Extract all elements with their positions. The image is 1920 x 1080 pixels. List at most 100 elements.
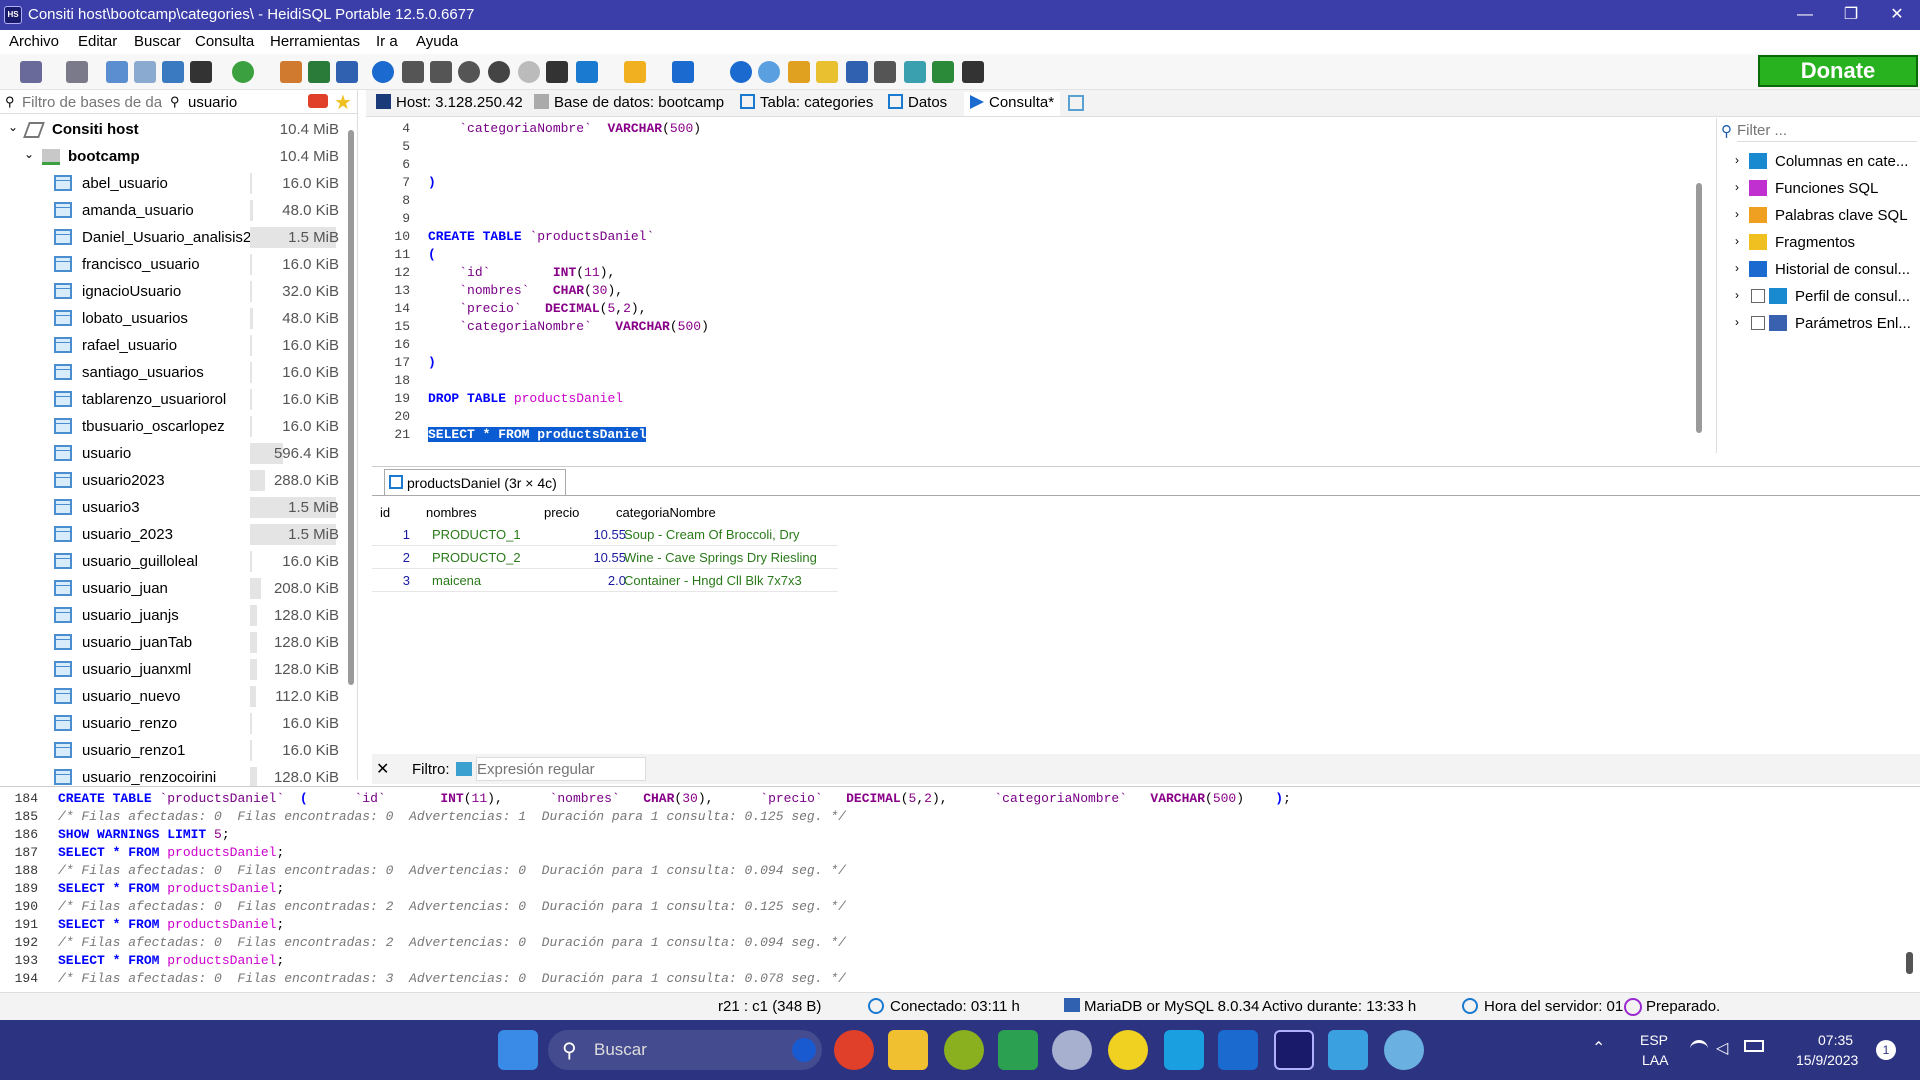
edge-like-icon[interactable]	[1052, 1030, 1092, 1070]
tree-database-row[interactable]: ⌄ bootcamp 10.4 MiB	[0, 143, 345, 170]
clock-time[interactable]: 07:35	[1818, 1032, 1853, 1048]
search-icon[interactable]	[730, 61, 752, 83]
print-icon[interactable]	[190, 61, 212, 83]
refresh-icon[interactable]	[232, 61, 254, 83]
menu-consulta[interactable]: Consulta	[195, 33, 254, 50]
expand-chevron-icon[interactable]: ›	[1735, 315, 1739, 329]
calculator-grid-icon[interactable]	[998, 1030, 1038, 1070]
add-icon[interactable]	[458, 61, 480, 83]
editor-code-line[interactable]: `categoriaNombre` VARCHAR(500)	[428, 319, 709, 334]
editor-code-line[interactable]: `nombres` CHAR(30),	[428, 283, 623, 298]
export-icon[interactable]	[308, 61, 330, 83]
tree-table-row[interactable]: usuario_2023 1.5 MiB	[0, 521, 345, 548]
delete-icon[interactable]	[546, 61, 568, 83]
grid-cell[interactable]: PRODUCTO_1	[432, 523, 521, 546]
maximize-button[interactable]: ❐	[1828, 0, 1874, 30]
log-line[interactable]: SELECT * FROM productsDaniel;	[58, 953, 284, 968]
log-line[interactable]: SHOW WARNINGS LIMIT 5;	[58, 827, 230, 842]
cancel-icon[interactable]	[488, 61, 510, 83]
lang-region[interactable]: LAA	[1642, 1052, 1668, 1068]
editor-code-line[interactable]: SELECT * FROM productsDaniel	[428, 427, 647, 442]
expand-chevron-icon[interactable]: ›	[1735, 261, 1739, 275]
regex-filter-input[interactable]	[476, 757, 646, 781]
notification-badge[interactable]: 1	[1876, 1040, 1896, 1060]
undo-icon[interactable]	[162, 61, 184, 83]
replace-icon[interactable]	[758, 61, 780, 83]
windows-start-icon[interactable]	[498, 1030, 538, 1070]
editor-code-line[interactable]: `id` INT(11),	[428, 265, 615, 280]
tree-table-row[interactable]: tbusuario_oscarlopez 16.0 KiB	[0, 413, 345, 440]
editor-code-line[interactable]: CREATE TABLE `productsDaniel`	[428, 229, 654, 244]
sync-icon[interactable]	[336, 61, 358, 83]
table-filter-input[interactable]	[188, 92, 308, 112]
donate-button[interactable]: Donate	[1758, 55, 1918, 87]
editor-code-line[interactable]: )	[428, 175, 436, 190]
connect-icon[interactable]	[20, 61, 42, 83]
tree-table-row[interactable]: ignacioUsuario 32.0 KiB	[0, 278, 345, 305]
chevron-up-icon[interactable]: ⌃	[1592, 1038, 1605, 1058]
paste-icon[interactable]	[134, 61, 156, 83]
user-manager-icon[interactable]	[280, 61, 302, 83]
c-app-icon[interactable]	[1164, 1030, 1204, 1070]
minimize-button[interactable]: —	[1782, 0, 1828, 30]
query-log-pane[interactable]: 184 CREATE TABLE `productsDaniel` ( `id` …	[0, 786, 1920, 992]
binary-icon[interactable]	[846, 61, 868, 83]
close-button[interactable]: ✕	[1874, 0, 1920, 30]
tree-table-row[interactable]: santiago_usuarios 16.0 KiB	[0, 359, 345, 386]
grid-cell[interactable]: 10.55	[532, 546, 626, 569]
taskbar-search[interactable]: ⚲ Buscar	[548, 1030, 822, 1070]
last-icon[interactable]	[430, 61, 452, 83]
tree-table-row[interactable]: usuario_juanTab 128.0 KiB	[0, 629, 345, 656]
editor-code-line[interactable]: )	[428, 355, 436, 370]
database-filter-input[interactable]	[22, 92, 162, 112]
close-filter-button[interactable]: ✕	[376, 759, 389, 779]
volume-icon[interactable]: ◁	[1716, 1038, 1728, 1058]
tree-table-row[interactable]: tablarenzo_usuariorol 16.0 KiB	[0, 386, 345, 413]
tab-query[interactable]: Consulta*	[964, 92, 1061, 116]
log-line[interactable]: SELECT * FROM productsDaniel;	[58, 881, 284, 896]
editor-code-line[interactable]: (	[428, 247, 436, 262]
app-icon[interactable]	[944, 1030, 984, 1070]
expand-chevron-icon[interactable]: ›	[1735, 207, 1739, 221]
collapse-chevron-icon[interactable]: ⌄	[8, 120, 18, 134]
tree-table-row[interactable]: usuario3 1.5 MiB	[0, 494, 345, 521]
explain-icon[interactable]	[932, 61, 954, 83]
tab-host[interactable]: Host: 3.128.250.42	[376, 94, 523, 111]
sql-editor[interactable]: 4 `categoriaNombre` VARCHAR(500) 5 6 7) 8 9 10…	[370, 118, 1708, 453]
tab-data[interactable]: Datos	[888, 94, 947, 111]
helper-item[interactable]: › Historial de consul...	[1717, 256, 1920, 283]
log-line[interactable]: /* Filas afectadas: 0 Filas encontradas:…	[58, 971, 846, 986]
tree-table-row[interactable]: abel_usuario 16.0 KiB	[0, 170, 345, 197]
expand-chevron-icon[interactable]: ›	[1735, 180, 1739, 194]
help-icon[interactable]	[372, 61, 394, 83]
grid-cell[interactable]: 2	[372, 546, 410, 569]
menu-ayuda[interactable]: Ayuda	[416, 33, 458, 50]
tree-host-row[interactable]: ⌄ Consiti host 10.4 MiB	[0, 116, 345, 143]
menu-editar[interactable]: Editar	[78, 33, 117, 50]
lang-code[interactable]: ESP	[1640, 1032, 1668, 1048]
grid-cell[interactable]: 1	[372, 523, 410, 546]
close-tab-icon[interactable]	[962, 61, 984, 83]
expand-chevron-icon[interactable]: ›	[1735, 153, 1739, 167]
tree-table-row[interactable]: amanda_usuario 48.0 KiB	[0, 197, 345, 224]
grid-cell[interactable]: Container - Hngd Cll Blk 7x7x3	[624, 569, 802, 592]
helper-item[interactable]: › Perfil de consul...	[1717, 283, 1920, 310]
tree-table-row[interactable]: Daniel_Usuario_analisis2 1.5 MiB	[0, 224, 345, 251]
vscode-icon[interactable]	[1218, 1030, 1258, 1070]
clean-icon[interactable]	[788, 61, 810, 83]
copy-icon[interactable]	[106, 61, 128, 83]
save-icon[interactable]	[672, 61, 694, 83]
grid-cell[interactable]: Wine - Cave Springs Dry Riesling	[624, 546, 817, 569]
tree-table-row[interactable]: usuario_renzo 16.0 KiB	[0, 710, 345, 737]
tree-table-row[interactable]: usuario_juanxml 128.0 KiB	[0, 656, 345, 683]
editor-code-line[interactable]: `categoriaNombre` VARCHAR(500)	[428, 121, 701, 136]
grid-cell[interactable]: 10.55	[532, 523, 626, 546]
grid-cell[interactable]: maicena	[432, 569, 481, 592]
checkbox[interactable]	[1751, 289, 1765, 303]
tree-table-row[interactable]: usuario_nuevo 112.0 KiB	[0, 683, 345, 710]
log-line[interactable]: /* Filas afectadas: 0 Filas encontradas:…	[58, 809, 846, 824]
log-scrollbar[interactable]	[1906, 952, 1913, 974]
tree-table-row[interactable]: usuario_juanjs 128.0 KiB	[0, 602, 345, 629]
clear-filter-icon[interactable]	[308, 94, 328, 108]
favorite-star-icon[interactable]: ★	[334, 90, 352, 115]
